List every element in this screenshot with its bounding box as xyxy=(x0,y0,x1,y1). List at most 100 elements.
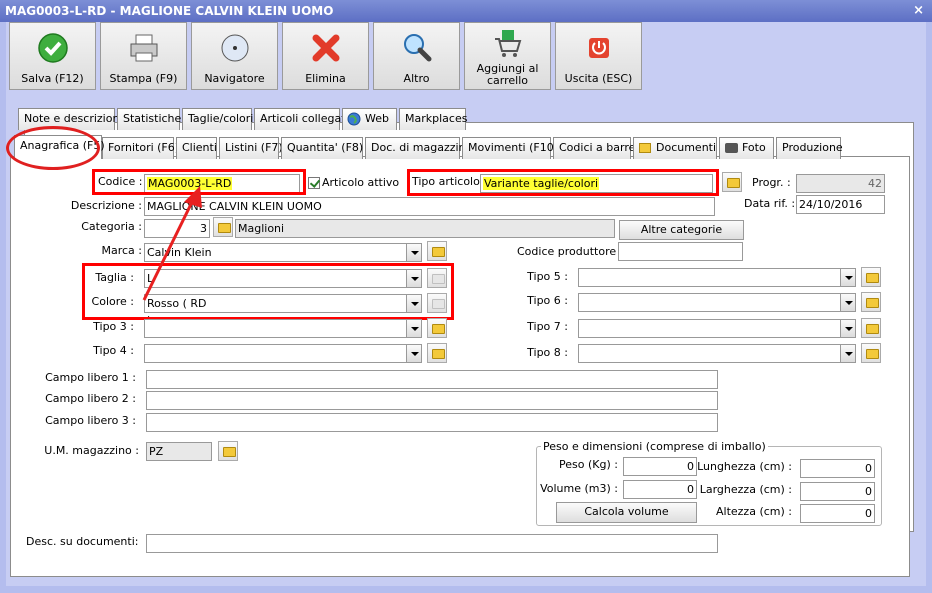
tab-listini[interactable]: Listini (F7) xyxy=(219,137,283,159)
chevron-down-icon[interactable] xyxy=(840,294,855,311)
larghezza-label: Larghezza (cm) : xyxy=(699,483,792,496)
categoria-name: Maglioni xyxy=(235,219,615,238)
annotation-oval xyxy=(6,126,100,170)
campo-libero-2-label: Campo libero 2 : xyxy=(45,392,136,405)
annotation-arrow-icon xyxy=(142,186,202,301)
tab-produzione[interactable]: Produzione xyxy=(776,137,843,159)
articolo-attivo-checkbox[interactable] xyxy=(308,177,320,189)
um-label: U.M. magazzino : xyxy=(44,444,139,457)
desc-documenti-label: Desc. su documenti: xyxy=(26,535,139,548)
marca-label: Marca : xyxy=(101,244,142,257)
annotation-tipo-box xyxy=(407,169,719,196)
tab-markplaces[interactable]: Markplaces xyxy=(399,108,467,130)
um-value: PZ xyxy=(146,442,212,461)
peso-dimensioni-title: Peso e dimensioni (comprese di imballo) xyxy=(541,440,768,453)
progr-label: Progr. : xyxy=(752,176,791,189)
altezza-input[interactable]: 0 xyxy=(800,504,875,523)
data-rif-label: Data rif. : xyxy=(744,197,796,210)
tab-taglie-colori[interactable]: Taglie/colori xyxy=(182,108,253,130)
tab-codici-barre[interactable]: Codici a barre xyxy=(553,137,635,159)
chevron-down-icon[interactable] xyxy=(840,269,855,286)
codice-produttore-input[interactable] xyxy=(618,242,743,261)
um-folder-icon[interactable] xyxy=(218,441,238,461)
tipo5-folder-icon[interactable] xyxy=(861,267,881,287)
tipo6-select[interactable] xyxy=(578,293,856,312)
chevron-down-icon[interactable] xyxy=(840,345,855,362)
tipo3-folder-icon[interactable] xyxy=(427,318,447,338)
tipo-articolo-folder-icon[interactable] xyxy=(722,172,742,192)
folder-icon xyxy=(639,143,651,153)
chevron-down-icon[interactable] xyxy=(406,320,421,337)
delete-x-icon xyxy=(312,34,339,62)
cart-icon xyxy=(494,30,521,57)
tab-web[interactable]: Web xyxy=(342,108,397,130)
data-rif-input[interactable]: 24/10/2016 xyxy=(796,195,885,214)
title-bar: MAG0003-L-RD - MAGLIONE CALVIN KLEIN UOM… xyxy=(0,0,932,22)
save-button[interactable]: Salva (F12) xyxy=(9,22,96,90)
tab-fornitori[interactable]: Fornitori (F6) xyxy=(102,137,179,159)
campo-libero-3-input[interactable] xyxy=(146,413,718,432)
window-title: MAG0003-L-RD - MAGLIONE CALVIN KLEIN UOM… xyxy=(5,4,334,18)
categoria-label: Categoria : xyxy=(81,220,142,233)
campo-libero-1-input[interactable] xyxy=(146,370,718,389)
tipo5-select[interactable] xyxy=(578,268,856,287)
other-button[interactable]: Altro xyxy=(373,22,460,90)
peso-input[interactable]: 0 xyxy=(623,457,697,476)
save-check-icon xyxy=(37,33,68,63)
lunghezza-input[interactable]: 0 xyxy=(800,459,875,478)
tipo8-select[interactable] xyxy=(578,344,856,363)
tipo7-select[interactable] xyxy=(578,319,856,338)
delete-button[interactable]: Elimina xyxy=(282,22,369,90)
tipo6-folder-icon[interactable] xyxy=(861,292,881,312)
tab-statistiche[interactable]: Statistiche xyxy=(117,108,181,130)
tipo7-label: Tipo 7 : xyxy=(527,320,568,333)
navigator-button[interactable]: Navigatore xyxy=(191,22,278,90)
tab-movimenti[interactable]: Movimenti (F10) xyxy=(462,137,558,159)
tipo3-select[interactable] xyxy=(144,319,422,338)
exit-button[interactable]: Uscita (ESC) xyxy=(555,22,642,90)
volume-input[interactable]: 0 xyxy=(623,480,697,499)
tab-doc-magazzino[interactable]: Doc. di magazzino xyxy=(365,137,472,159)
tab-clienti[interactable]: Clienti xyxy=(176,137,217,159)
marca-folder-icon[interactable] xyxy=(427,241,447,261)
chevron-down-icon[interactable] xyxy=(406,345,421,362)
printer-icon xyxy=(130,34,157,62)
tab-foto[interactable]: Foto xyxy=(719,137,774,159)
calcola-volume-button[interactable]: Calcola volume xyxy=(556,502,697,523)
tipo4-select[interactable] xyxy=(144,344,422,363)
articolo-attivo-label: Articolo attivo xyxy=(322,176,400,189)
tipo7-folder-icon[interactable] xyxy=(861,318,881,338)
chevron-down-icon[interactable] xyxy=(840,320,855,337)
tipo4-label: Tipo 4 : xyxy=(93,344,134,357)
campo-libero-3-label: Campo libero 3 : xyxy=(45,414,136,427)
desc-documenti-input[interactable] xyxy=(146,534,718,553)
print-button[interactable]: Stampa (F9) xyxy=(100,22,187,90)
close-icon[interactable]: × xyxy=(913,0,924,22)
compass-icon xyxy=(221,34,248,62)
add-to-cart-button[interactable]: Aggiungi al carrello xyxy=(464,22,551,90)
globe-icon xyxy=(347,112,361,126)
tipo8-folder-icon[interactable] xyxy=(861,343,881,363)
campo-libero-2-input[interactable] xyxy=(146,391,718,410)
chevron-down-icon[interactable] xyxy=(406,244,421,261)
magnifier-icon xyxy=(403,34,431,62)
volume-label: Volume (m3) : xyxy=(540,482,618,495)
altezza-label: Altezza (cm) : xyxy=(716,505,792,518)
altre-categorie-button[interactable]: Altre categorie xyxy=(619,220,744,240)
tab-documenti[interactable]: Documenti xyxy=(633,137,717,159)
camera-icon xyxy=(725,143,738,153)
tab-articoli-collegati[interactable]: Articoli collegati xyxy=(254,108,349,130)
tipo4-folder-icon[interactable] xyxy=(427,343,447,363)
tab-quantita[interactable]: Quantita' (F8) xyxy=(281,137,363,159)
progr-value: 42 xyxy=(796,174,885,193)
codice-produttore-label: Codice produttore : xyxy=(517,245,624,258)
peso-label: Peso (Kg) : xyxy=(559,458,618,471)
tipo5-label: Tipo 5 : xyxy=(527,270,568,283)
power-icon xyxy=(588,38,609,58)
lunghezza-label: Lunghezza (cm) : xyxy=(697,460,792,473)
client-area: Salva (F12) Stampa (F9) Navigatore Elimi… xyxy=(6,22,926,586)
larghezza-input[interactable]: 0 xyxy=(800,482,875,501)
categoria-folder-icon[interactable] xyxy=(213,217,233,237)
descrizione-input[interactable]: MAGLIONE CALVIN KLEIN UOMO xyxy=(144,197,715,216)
tipo6-label: Tipo 6 : xyxy=(527,294,568,307)
